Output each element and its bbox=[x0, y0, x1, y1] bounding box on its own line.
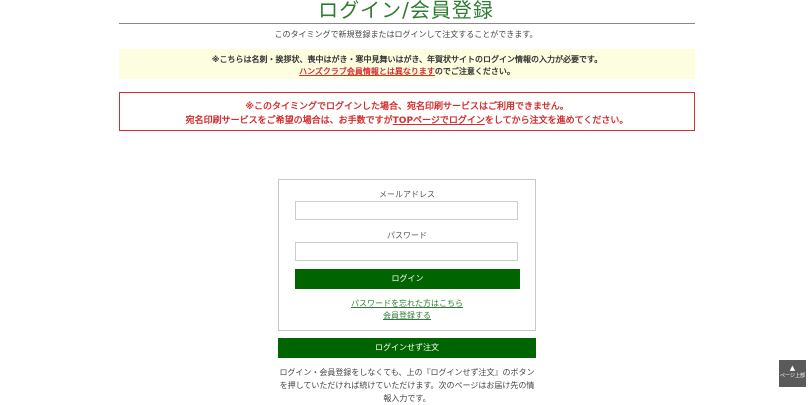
login-info-notice: ※こちらは名刺・挨拶状、喪中はがき・寒中見舞いはがき、年賀状サイトのログイン情報… bbox=[119, 49, 695, 79]
page-top-button[interactable]: ▲ ページ上部 bbox=[779, 360, 806, 387]
password-field[interactable] bbox=[295, 242, 518, 261]
notice-line-1: ※こちらは名刺・挨拶状、喪中はがき・寒中見舞いはがき、年賀状サイトのログイン情報… bbox=[211, 55, 603, 64]
hands-club-note-link: ハンズクラブ会員情報とは異なります bbox=[299, 67, 435, 76]
warning-line-2-after: をしてから注文を進めてください。 bbox=[484, 116, 629, 126]
password-label: パスワード bbox=[387, 231, 427, 240]
guest-order-button[interactable]: ログインせず注文 bbox=[278, 338, 536, 358]
notice-line-2: ハンズクラブ会員情報とは異なりますのでご注意ください。 bbox=[119, 66, 695, 77]
login-form: メールアドレス パスワード ログイン パスワードを忘れた方はこちら 会員登録する bbox=[278, 179, 536, 331]
page-top-label: ページ上部 bbox=[780, 373, 805, 379]
login-button[interactable]: ログイン bbox=[295, 269, 520, 289]
address-print-warning: ※このタイミングでログインした場合、宛名印刷サービスはご利用できません。 宛名印… bbox=[119, 92, 695, 131]
warning-line-2: 宛名印刷サービスをご希望の場合は、お手数ですがTOPページでログインをしてから注… bbox=[120, 113, 694, 126]
register-link[interactable]: 会員登録する bbox=[279, 310, 535, 321]
title-divider bbox=[119, 23, 695, 24]
top-page-login-link[interactable]: TOPページでログイン bbox=[393, 116, 485, 126]
warning-line-1: ※このタイミングでログインした場合、宛名印刷サービスはご利用できません。 bbox=[245, 102, 569, 112]
warning-line-2-before: 宛名印刷サービスをご希望の場合は、お手数ですが bbox=[185, 116, 393, 126]
forgot-password-link[interactable]: パスワードを忘れた方はこちら bbox=[279, 298, 535, 309]
page-title: ログイン/会員登録 bbox=[318, 0, 494, 22]
up-arrow-icon: ▲ bbox=[789, 364, 796, 372]
intro-text: このタイミングで新規登録またはログインして注文することができます。 bbox=[274, 30, 538, 39]
guest-order-note: ログイン・会員登録をしなくても、上の『ログインせず注文』のボタンを押していただけ… bbox=[279, 368, 535, 403]
email-label: メールアドレス bbox=[379, 190, 435, 199]
notice-line-2-rest: のでご注意ください。 bbox=[434, 67, 515, 76]
email-field[interactable] bbox=[295, 201, 518, 220]
